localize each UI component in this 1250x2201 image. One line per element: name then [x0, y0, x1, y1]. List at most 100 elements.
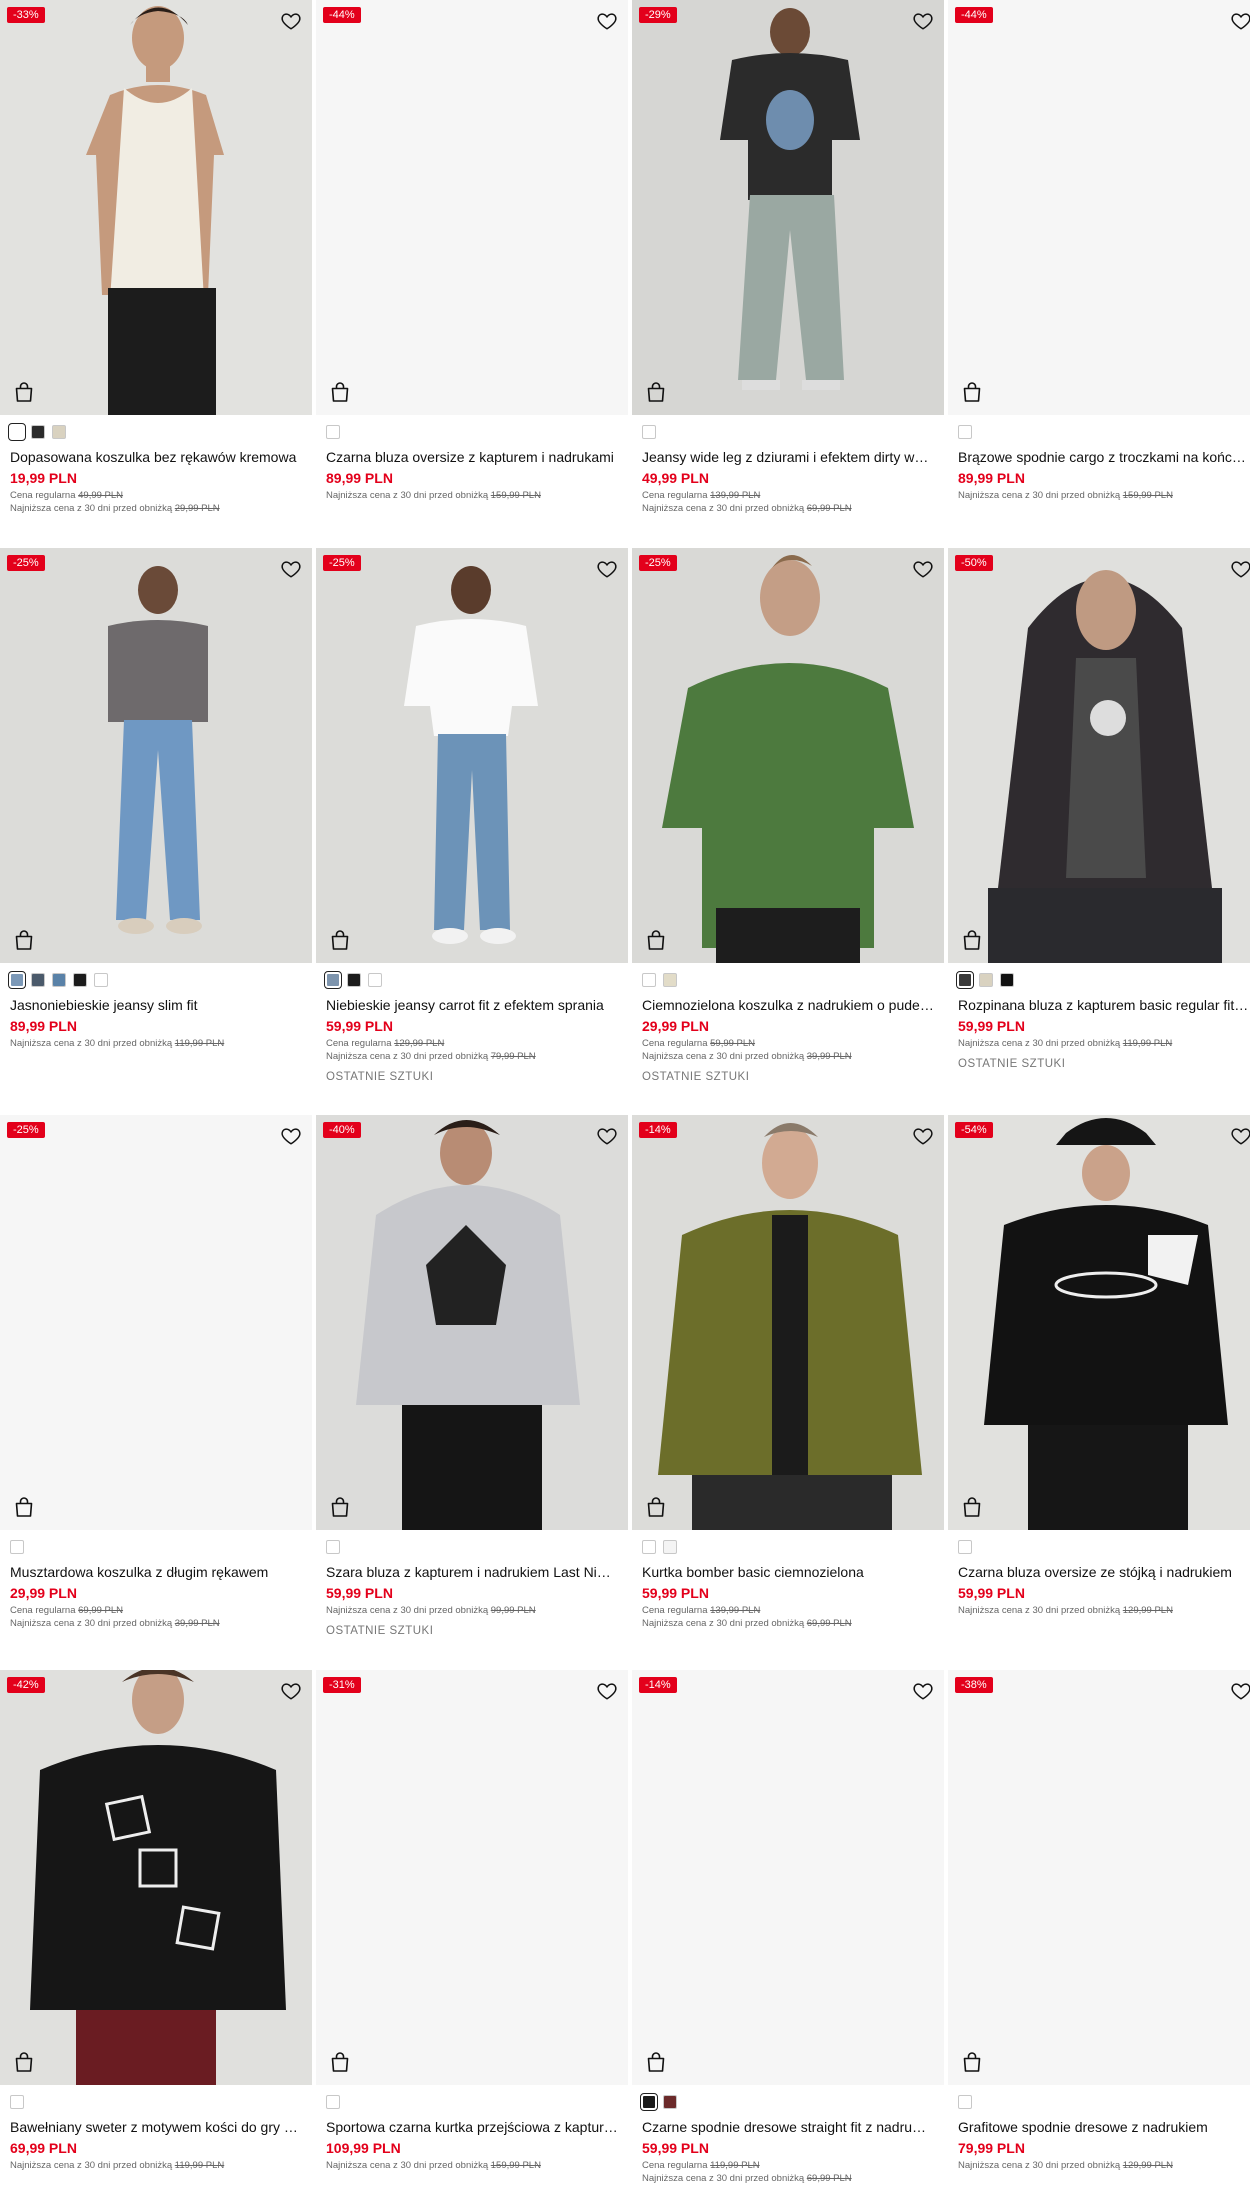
shopping-bag-icon[interactable]	[330, 381, 350, 403]
product-name[interactable]: Jeansy wide leg z dziurami i efektem dir…	[642, 448, 934, 466]
color-swatch[interactable]	[663, 1540, 677, 1554]
product-image[interactable]: -44%	[948, 0, 1250, 415]
product-name[interactable]: Szara bluza z kapturem i nadrukiem Last …	[326, 1563, 618, 1581]
color-swatch[interactable]	[958, 1540, 972, 1554]
product-image[interactable]: -25%	[316, 548, 628, 963]
color-swatch[interactable]	[326, 2095, 340, 2109]
heart-icon[interactable]	[912, 1125, 934, 1147]
product-card-11[interactable]: -14% Kurtka bomber basic ciemnozielona 5…	[632, 1115, 944, 1670]
color-swatch[interactable]	[958, 425, 972, 439]
product-card-12[interactable]: -54% Czarna bluza oversize ze stójką i n…	[948, 1115, 1250, 1670]
product-image[interactable]: -40%	[316, 1115, 628, 1530]
product-image[interactable]: -38%	[948, 1670, 1250, 2085]
product-card-8[interactable]: -50% Rozpinana bluza z kapturem basic re…	[948, 548, 1250, 1115]
heart-icon[interactable]	[596, 1125, 618, 1147]
product-card-13[interactable]: -42% Bawełniany sweter z motywem kości d…	[0, 1670, 312, 2201]
heart-icon[interactable]	[912, 10, 934, 32]
product-name[interactable]: Rozpinana bluza z kapturem basic regular…	[958, 996, 1250, 1014]
product-name[interactable]: Czarne spodnie dresowe straight fit z na…	[642, 2118, 934, 2136]
color-swatch[interactable]	[347, 973, 361, 987]
color-swatch[interactable]	[10, 1540, 24, 1554]
color-swatch[interactable]	[52, 425, 66, 439]
product-name[interactable]: Czarna bluza oversize z kapturem i nadru…	[326, 448, 618, 466]
color-swatch[interactable]	[324, 971, 342, 989]
product-card-6[interactable]: -25% Niebieskie jeansy carrot fit z efek…	[316, 548, 628, 1115]
product-image[interactable]: -14%	[632, 1115, 944, 1530]
shopping-bag-icon[interactable]	[962, 2051, 982, 2073]
color-swatch[interactable]	[642, 973, 656, 987]
shopping-bag-icon[interactable]	[14, 2051, 34, 2073]
product-image[interactable]: -50%	[948, 548, 1250, 963]
heart-icon[interactable]	[280, 1680, 302, 1702]
heart-icon[interactable]	[1230, 1680, 1250, 1702]
heart-icon[interactable]	[1230, 10, 1250, 32]
product-name[interactable]: Dopasowana koszulka bez rękawów kremowa	[10, 448, 302, 466]
heart-icon[interactable]	[596, 10, 618, 32]
heart-icon[interactable]	[1230, 558, 1250, 580]
product-name[interactable]: Czarna bluza oversize ze stójką i nadruk…	[958, 1563, 1250, 1581]
color-swatch[interactable]	[663, 973, 677, 987]
color-swatch[interactable]	[326, 425, 340, 439]
heart-icon[interactable]	[596, 558, 618, 580]
color-swatch[interactable]	[8, 971, 26, 989]
color-swatch[interactable]	[640, 2093, 658, 2111]
product-card-5[interactable]: -25% Jasnoniebieskie jeansy slim fit 89,…	[0, 548, 312, 1115]
shopping-bag-icon[interactable]	[646, 929, 666, 951]
product-card-7[interactable]: -25% Ciemnozielona koszulka z nadrukiem …	[632, 548, 944, 1115]
product-image[interactable]: -25%	[0, 548, 312, 963]
shopping-bag-icon[interactable]	[962, 381, 982, 403]
color-swatch[interactable]	[979, 973, 993, 987]
color-swatch[interactable]	[73, 973, 87, 987]
product-card-10[interactable]: -40% Szara bluza z kapturem i nadrukiem …	[316, 1115, 628, 1670]
heart-icon[interactable]	[280, 558, 302, 580]
product-name[interactable]: Grafitowe spodnie dresowe z nadrukiem	[958, 2118, 1250, 2136]
product-card-4[interactable]: -44% Brązowe spodnie cargo z troczkami n…	[948, 0, 1250, 548]
product-image[interactable]: -25%	[0, 1115, 312, 1530]
shopping-bag-icon[interactable]	[330, 1496, 350, 1518]
heart-icon[interactable]	[1230, 1125, 1250, 1147]
product-card-3[interactable]: -29% Jeansy wide leg z dziurami i efekte…	[632, 0, 944, 548]
product-name[interactable]: Bawełniany sweter z motywem kości do gry…	[10, 2118, 302, 2136]
shopping-bag-icon[interactable]	[646, 2051, 666, 2073]
color-swatch[interactable]	[368, 973, 382, 987]
product-name[interactable]: Ciemnozielona koszulka z nadrukiem o pud…	[642, 996, 934, 1014]
product-card-15[interactable]: -14% Czarne spodnie dresowe straight fit…	[632, 1670, 944, 2201]
heart-icon[interactable]	[280, 1125, 302, 1147]
product-name[interactable]: Niebieskie jeansy carrot fit z efektem s…	[326, 996, 618, 1014]
product-card-16[interactable]: -38% Grafitowe spodnie dresowe z nadruki…	[948, 1670, 1250, 2201]
color-swatch[interactable]	[52, 973, 66, 987]
color-swatch[interactable]	[10, 2095, 24, 2109]
color-swatch[interactable]	[94, 973, 108, 987]
shopping-bag-icon[interactable]	[330, 2051, 350, 2073]
product-name[interactable]: Musztardowa koszulka z długim rękawem	[10, 1563, 302, 1581]
shopping-bag-icon[interactable]	[330, 929, 350, 951]
shopping-bag-icon[interactable]	[14, 929, 34, 951]
product-card-14[interactable]: -31% Sportowa czarna kurtka przejściowa …	[316, 1670, 628, 2201]
color-swatch[interactable]	[958, 2095, 972, 2109]
color-swatch[interactable]	[642, 1540, 656, 1554]
product-image[interactable]: -31%	[316, 1670, 628, 2085]
product-image[interactable]: -25%	[632, 548, 944, 963]
heart-icon[interactable]	[912, 1680, 934, 1702]
color-swatch[interactable]	[956, 971, 974, 989]
product-image[interactable]: -42%	[0, 1670, 312, 2085]
color-swatch[interactable]	[31, 425, 45, 439]
shopping-bag-icon[interactable]	[646, 1496, 666, 1518]
shopping-bag-icon[interactable]	[14, 1496, 34, 1518]
product-image[interactable]: -33%	[0, 0, 312, 415]
product-image[interactable]: -29%	[632, 0, 944, 415]
color-swatch[interactable]	[31, 973, 45, 987]
shopping-bag-icon[interactable]	[646, 381, 666, 403]
shopping-bag-icon[interactable]	[962, 929, 982, 951]
color-swatch[interactable]	[8, 423, 26, 441]
product-image[interactable]: -44%	[316, 0, 628, 415]
product-name[interactable]: Sportowa czarna kurtka przejściowa z kap…	[326, 2118, 618, 2136]
product-name[interactable]: Brązowe spodnie cargo z troczkami na koń…	[958, 448, 1250, 466]
heart-icon[interactable]	[280, 10, 302, 32]
product-image[interactable]: -14%	[632, 1670, 944, 2085]
shopping-bag-icon[interactable]	[14, 381, 34, 403]
color-swatch[interactable]	[1000, 973, 1014, 987]
shopping-bag-icon[interactable]	[962, 1496, 982, 1518]
heart-icon[interactable]	[596, 1680, 618, 1702]
product-card-2[interactable]: -44% Czarna bluza oversize z kapturem i …	[316, 0, 628, 548]
